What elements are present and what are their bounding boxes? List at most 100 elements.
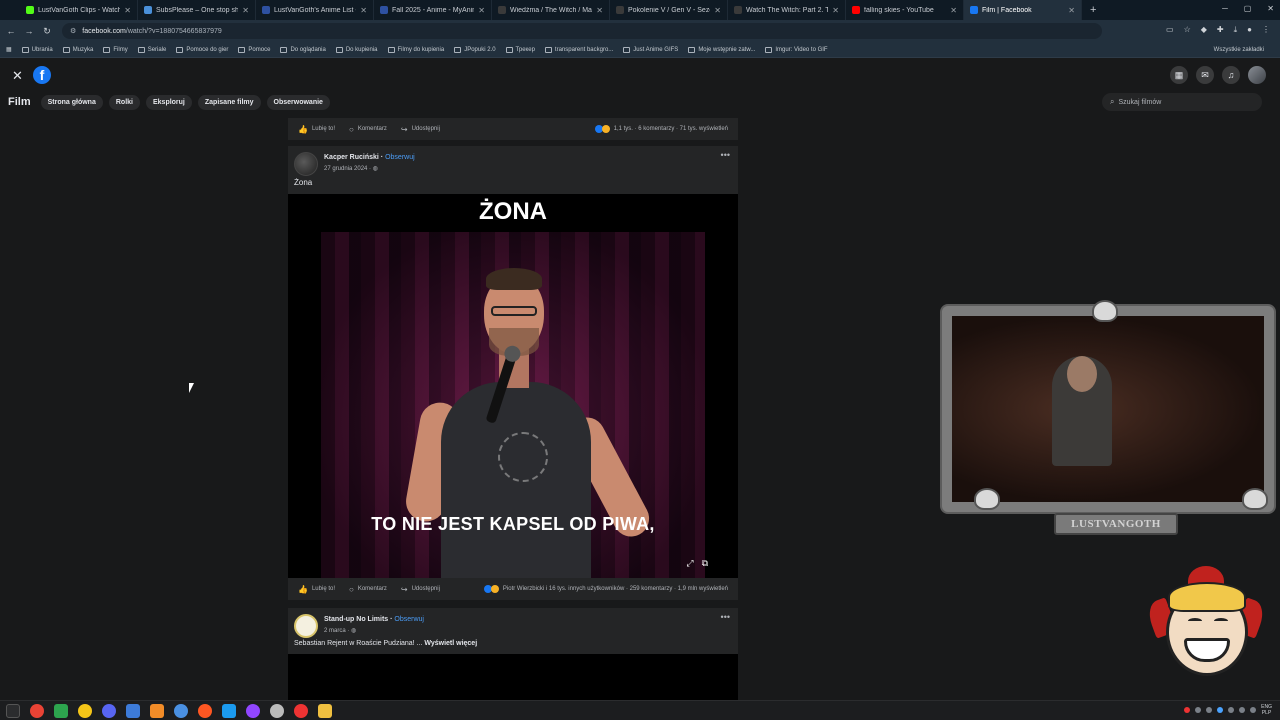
app-icon[interactable] [294,703,308,718]
tab-close-icon[interactable]: ✕ [360,6,367,15]
tray-icon[interactable] [1206,707,1213,713]
minimize-icon[interactable]: ─ [1222,4,1228,13]
tab-close-icon[interactable]: ✕ [950,6,957,15]
extensions-puzzle-icon[interactable]: ✚ [1217,25,1224,35]
avatar[interactable] [294,152,318,176]
bookmark-item[interactable]: Do oglądania [280,46,326,53]
share-button[interactable]: ↪ Udostępnij [401,585,440,594]
new-tab-button[interactable]: + [1090,4,1096,16]
close-icon[interactable]: ✕ [12,68,23,84]
app-icon[interactable] [126,703,140,718]
close-window-icon[interactable]: ✕ [1267,4,1274,13]
app-icon[interactable] [78,703,92,718]
notifications-icon[interactable]: ♫ [1222,66,1240,84]
bookmark-item[interactable]: Muzyka [62,46,93,53]
avatar[interactable] [294,614,318,638]
firefox-icon[interactable] [198,703,212,718]
tray-icon[interactable] [1228,707,1235,713]
browser-tab[interactable]: Wiedźma / The Witch / Ma-nyc ✕ [492,0,610,20]
tab-close-icon[interactable]: ✕ [242,6,249,15]
vlc-icon[interactable] [150,703,164,718]
bookmark-item[interactable]: Seriale [137,46,166,53]
tray-icon[interactable] [1184,707,1191,713]
bookmark-item[interactable]: transparent backgro... [544,46,613,53]
url-field[interactable]: ⚙ facebook.com/watch/?v=1880754665837979 [62,23,1102,39]
post-date[interactable]: 27 grudnia 2024 · ◍ [324,165,378,172]
browser-tab[interactable]: falling skies - YouTube ✕ [846,0,964,20]
reload-icon[interactable]: ↻ [40,26,54,37]
menu-grid-icon[interactable]: ▦ [1170,66,1188,84]
messenger-icon[interactable]: ✉ [1196,66,1214,84]
steam-icon[interactable] [222,703,236,718]
author-name[interactable]: Kacper Ruciński [324,154,379,161]
tab-close-icon[interactable]: ✕ [714,6,721,15]
bookmark-item[interactable]: Pomoce do gier [176,46,228,53]
bookmark-item[interactable]: Трекер [505,46,535,53]
more-options-icon[interactable]: ••• [721,150,730,160]
site-info-icon[interactable]: ⚙ [70,27,76,35]
facebook-logo[interactable]: f [33,66,51,84]
volume-icon[interactable] [1250,707,1257,713]
bookmark-item[interactable]: JPopuki 2.0 [454,46,496,53]
account-avatar[interactable] [1248,66,1266,84]
tab-saved-videos[interactable]: Zapisane filmy [197,94,261,110]
bookmark-star-icon[interactable]: ☆ [1184,25,1191,35]
extension-icon[interactable]: ◆ [1201,25,1207,35]
bookmark-item[interactable]: Do kupienia [335,46,378,53]
bookmark-item[interactable]: Imgur: Video to GIF [765,46,828,53]
follow-button[interactable]: Obserwuj [394,616,424,623]
tab-explore[interactable]: Eksploruj [145,94,192,110]
language-indicator[interactable]: ENG PLP [1261,704,1272,716]
chrome-icon[interactable] [174,703,188,718]
browser-tab[interactable]: LustVanGoth's Anime List - My ✕ [256,0,374,20]
comment-button[interactable]: ○ Komentarz [349,585,387,594]
video-player[interactable] [288,654,738,700]
bookmark-item[interactable]: Filmy do kupienia [387,46,444,53]
bookmark-item[interactable]: Pomoce [238,46,270,53]
bookmark-item[interactable]: Ubrania [21,46,53,53]
apps-icon[interactable]: ▦ [6,46,12,53]
post-stats[interactable]: 1,1 tys. · 6 komentarzy · 71 tys. wyświe… [594,125,728,133]
comment-button[interactable]: ○ Komentarz [349,125,387,134]
tab-close-icon[interactable]: ✕ [124,6,131,15]
bookmark-item[interactable]: Filmy [103,46,128,53]
discord-icon[interactable] [102,703,116,718]
browser-tab[interactable]: Fall 2025 - Anime - MyAnimeL ✕ [374,0,492,20]
folder-icon[interactable] [318,703,332,718]
chrome-icon[interactable] [30,703,44,718]
tab-close-icon[interactable]: ✕ [596,6,603,15]
fullscreen-icon[interactable]: ⤢ [686,558,693,569]
browser-tab[interactable]: Watch The Witch: Part 2. The O ✕ [728,0,846,20]
start-icon[interactable] [6,703,20,718]
see-more-link[interactable]: Wyświetl więcej [424,640,477,647]
tab-reels[interactable]: Rolki [108,94,140,110]
downloads-icon[interactable]: ⤓ [1234,25,1238,35]
tray-icon[interactable] [1195,707,1202,713]
app-icon[interactable] [270,703,284,718]
browser-tab[interactable]: Pokolenie V / Gen V - Sezon 2 ✕ [610,0,728,20]
share-button[interactable]: ↪ Udostępnij [401,125,440,134]
more-options-icon[interactable]: ••• [721,612,730,622]
video-search-input[interactable]: ⌕ Szukaj filmów [1102,93,1262,111]
maximize-icon[interactable]: ▢ [1244,4,1252,13]
tab-close-icon[interactable]: ✕ [1068,6,1075,15]
wifi-icon[interactable] [1239,707,1246,713]
bookmark-item[interactable]: Moje wstępnie zatw... [688,46,755,53]
tab-close-icon[interactable]: ✕ [478,6,485,15]
obs-icon[interactable] [246,703,260,718]
cast-icon[interactable]: ▭ [1166,25,1174,35]
all-bookmarks-folder[interactable]: Wszystkie zakładki [1214,47,1264,53]
browser-tab[interactable]: LustVanGoth Clips - Watch Live✕ [20,0,138,20]
bookmark-item[interactable]: Just Anime GIFS [623,46,678,53]
follow-button[interactable]: Obserwuj [385,154,415,161]
browser-tab[interactable]: SubsPlease – One stop shop fo✕ [138,0,256,20]
app-icon[interactable] [54,703,68,718]
back-icon[interactable]: ← [4,26,18,36]
tab-following[interactable]: Obserwowanie [266,94,330,110]
like-button[interactable]: 👍 Lubię to! [298,125,335,134]
forward-icon[interactable]: → [22,26,36,36]
author-name[interactable]: Stand-up No Limits [324,616,388,623]
video-player[interactable]: ŻONA TO NIE JEST KAPSEL OD PIWA, ⤢ ⧉ [288,194,738,578]
like-button[interactable]: 👍 Lubię to! [298,585,335,594]
post-date[interactable]: 2 marca · ◍ [324,627,356,634]
